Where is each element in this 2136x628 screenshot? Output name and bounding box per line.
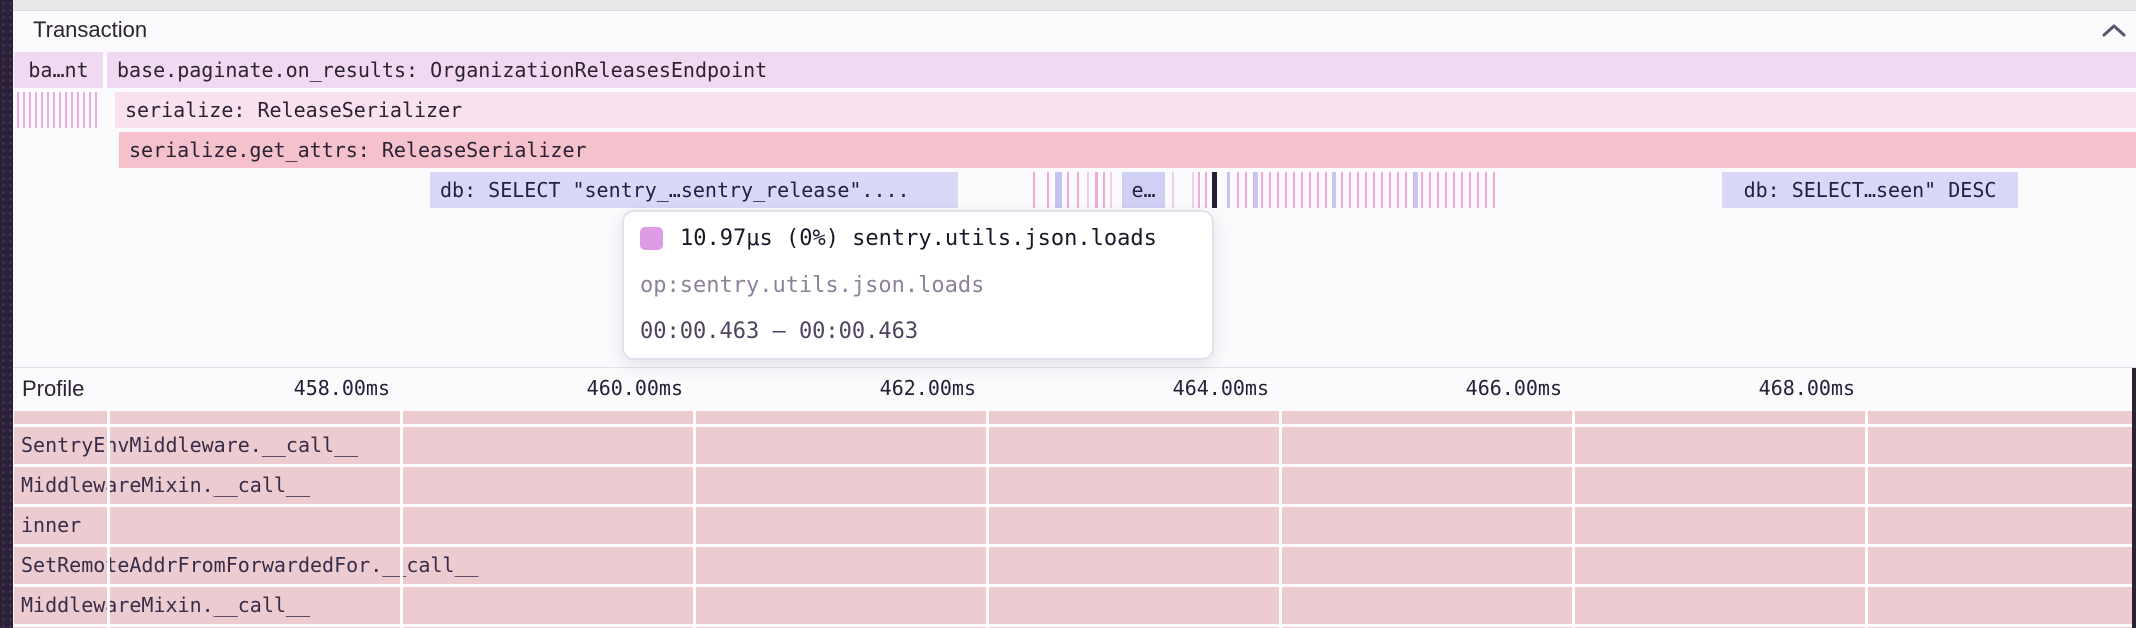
axis-tick-label: 460.00ms <box>573 369 693 408</box>
tiny-span-mark[interactable] <box>1198 172 1200 208</box>
collapse-transaction-button[interactable] <box>2100 17 2128 43</box>
frame-label: MiddlewareMixin.__call__ <box>14 467 310 504</box>
tiny-span-mark <box>1332 172 1336 208</box>
flame-frame[interactable]: SentryEnvMiddleware.__call__ <box>14 427 2132 464</box>
transaction-section-title: Transaction <box>13 17 147 43</box>
tooltip-summary: 10.97μs (0%) sentry.utils.json.loads <box>680 226 1157 251</box>
frame-label: SetRemoteAddrFromForwardedFor.__call__ <box>14 547 479 584</box>
tiny-span-mark[interactable] <box>1047 172 1049 208</box>
span-chip-truncated[interactable]: ba…nt <box>14 52 103 88</box>
span-bar-db-select[interactable]: db: SELECT "sentry_…sentry_release".... <box>430 172 958 208</box>
span-label: db: SELECT "sentry_…sentry_release".... <box>430 178 910 202</box>
axis-tick-label: 462.00ms <box>866 369 986 408</box>
flame-frame[interactable]: inner <box>14 507 2132 544</box>
span-chip-e[interactable]: e… <box>1122 172 1165 208</box>
tiny-span-mark <box>1414 172 1418 208</box>
tiny-span-mark[interactable] <box>1172 172 1174 208</box>
trace-profile-view: Transaction ba…nt base.paginate.on_resul… <box>0 0 2136 628</box>
tiny-span-mark[interactable] <box>1103 172 1105 208</box>
axis-tick-label: 458.00ms <box>280 369 400 408</box>
chevron-up-icon <box>2101 22 2127 38</box>
flame-frame[interactable]: MiddlewareMixin.__call__ <box>14 587 2132 624</box>
tiny-span-mark[interactable] <box>1110 172 1112 208</box>
tiny-span-mark[interactable] <box>1227 172 1230 208</box>
tiny-span-mark[interactable] <box>1087 172 1089 208</box>
tooltip-time-range: 00:00.463 — 00:00.463 <box>640 319 1196 344</box>
flame-frame[interactable]: SetRemoteAddrFromForwardedFor.__call__ <box>14 547 2132 584</box>
axis-tick-label: 464.00ms <box>1159 369 1279 408</box>
tiny-span-mark[interactable] <box>1077 172 1079 208</box>
span-tooltip: 10.97μs (0%) sentry.utils.json.loads op:… <box>622 210 1214 360</box>
axis-tick-label: 468.00ms <box>1745 369 1865 408</box>
tiny-span-mark[interactable] <box>1033 172 1035 208</box>
frame-label: SentryEnvMiddleware.__call__ <box>14 427 358 464</box>
span-chip-label: e… <box>1131 178 1155 202</box>
tiny-span-mark <box>1254 172 1258 208</box>
span-cursor-marker[interactable] <box>1212 172 1217 208</box>
collapsed-spans-cluster[interactable] <box>1237 172 1495 208</box>
profile-panel: Profile 458.00ms 460.00ms 462.00ms 464.0… <box>13 367 2136 628</box>
collapsed-spans-cluster[interactable] <box>17 92 98 128</box>
scrollbar-rail[interactable] <box>2132 368 2136 628</box>
span-chip-label: ba…nt <box>28 58 88 82</box>
frame-label: inner <box>14 507 81 544</box>
sidebar-edge-rail <box>0 0 13 628</box>
axis-tick-label: 466.00ms <box>1452 369 1572 408</box>
span-bar-base-paginate[interactable]: base.paginate.on_results: OrganizationRe… <box>107 52 2136 88</box>
profile-time-axis: Profile 458.00ms 460.00ms 462.00ms 464.0… <box>13 369 2136 408</box>
span-bar-serialize[interactable]: serialize: ReleaseSerializer <box>115 92 2136 128</box>
top-divider-band <box>13 0 2136 11</box>
tiny-span-mark[interactable] <box>1192 172 1194 208</box>
span-label: serialize: ReleaseSerializer <box>115 98 462 122</box>
span-label: serialize.get_attrs: ReleaseSerializer <box>119 138 587 162</box>
span-bar-db-select-desc[interactable]: db: SELECT…seen" DESC <box>1722 172 2018 208</box>
span-label: db: SELECT…seen" DESC <box>1744 178 1997 202</box>
frame-label: MiddlewareMixin.__call__ <box>14 587 310 624</box>
tiny-span-mark[interactable] <box>1067 172 1069 208</box>
tooltip-summary-row: 10.97μs (0%) sentry.utils.json.loads <box>640 226 1196 251</box>
transaction-section-header: Transaction <box>13 11 2136 49</box>
span-bar-serialize-get-attrs[interactable]: serialize.get_attrs: ReleaseSerializer <box>119 132 2136 168</box>
tiny-span-mark[interactable] <box>1055 172 1062 208</box>
flame-frame[interactable]: MiddlewareMixin.__call__ <box>14 467 2132 504</box>
flame-frame-partial[interactable] <box>14 411 2132 424</box>
tooltip-op: op:sentry.utils.json.loads <box>640 273 1196 298</box>
profile-section-title: Profile <box>13 376 84 402</box>
tiny-span-mark[interactable] <box>1205 172 1207 208</box>
span-label: base.paginate.on_results: OrganizationRe… <box>107 58 767 82</box>
span-color-swatch <box>640 227 663 250</box>
tiny-span-mark[interactable] <box>1095 172 1098 208</box>
